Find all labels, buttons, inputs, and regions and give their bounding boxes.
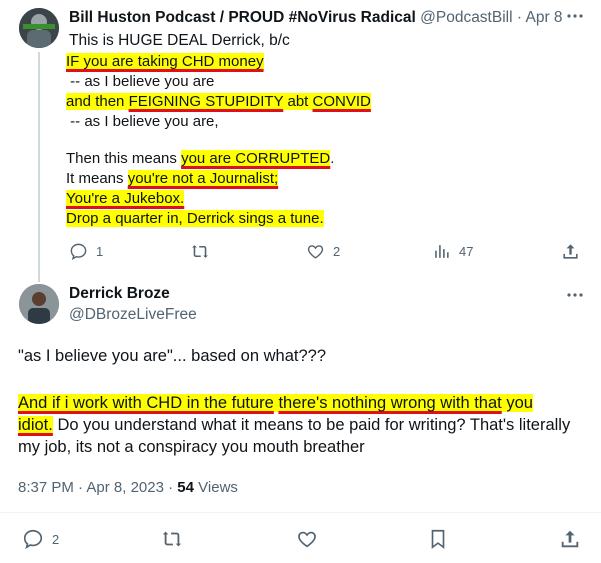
views-icon	[435, 245, 449, 258]
tweet2-author-handle[interactable]: @DBrozeLiveFree	[69, 306, 197, 324]
image-line-1: IF you are taking CHD money	[66, 53, 264, 70]
bookmark-icon	[431, 529, 445, 549]
tweet2-paragraph-2: And if i work with CHD in the future the…	[18, 394, 571, 456]
tweet2-meta: 8:37 PM · Apr 8, 2023 · 54 Views	[18, 479, 238, 496]
image-line-4: -- as I believe you are,	[66, 113, 219, 130]
share-icon	[561, 530, 579, 548]
highlight-work-with-chd: And if i work with CHD in the future	[18, 394, 274, 412]
like-button[interactable]	[296, 528, 318, 550]
views-button[interactable]: 47	[432, 242, 473, 261]
divider	[0, 512, 601, 513]
tweet1-intro-text: This is HUGE DEAL Derrick, b/c	[69, 32, 290, 49]
reply-icon	[23, 529, 43, 549]
highlight-idiot: idiot.	[18, 416, 53, 434]
share-button[interactable]	[559, 528, 581, 550]
tweet-date[interactable]: Apr 8	[525, 9, 562, 26]
tweet-full-date[interactable]: Apr 8, 2023	[86, 479, 164, 496]
like-button[interactable]: 2	[306, 242, 340, 261]
author-handle[interactable]: @PodcastBill	[420, 9, 512, 26]
share-icon	[563, 244, 578, 259]
reply-icon	[70, 243, 87, 261]
avatar-bill-huston[interactable]	[19, 8, 59, 48]
retweet-icon	[192, 245, 208, 258]
reply-button[interactable]: 1	[69, 242, 103, 261]
author-name[interactable]: Bill Huston Podcast / PROUD #NoVirus Rad…	[69, 9, 416, 26]
more-icon[interactable]	[566, 7, 584, 30]
image-line-5: Then this means you are CORRUPTED.	[66, 150, 335, 167]
views-label: Views	[198, 479, 238, 496]
image-line-3: and then FEIGNING STUPIDITY abt CONVID	[66, 93, 371, 110]
retweet-icon	[162, 531, 182, 547]
image-line-2: -- as I believe you are	[66, 73, 215, 90]
tweet2-author-name[interactable]: Derrick Broze	[69, 285, 170, 303]
bookmark-button[interactable]	[427, 528, 449, 550]
like-count: 2	[333, 244, 341, 259]
reply-count: 1	[96, 244, 104, 259]
highlight-nothing-wrong: there's nothing wrong with that	[278, 394, 502, 412]
share-button[interactable]	[561, 242, 580, 261]
thread-connector-line	[38, 52, 40, 282]
like-icon	[298, 531, 316, 548]
views-count: 47	[459, 244, 474, 259]
avatar-derrick-broze[interactable]	[19, 284, 59, 324]
like-icon	[307, 245, 324, 259]
image-line-6: It means you're not a Journalist;	[66, 170, 279, 187]
image-line-7: You're a Jukebox.	[66, 190, 185, 207]
image-line-8: Drop a quarter in, Derrick sings a tune.	[66, 210, 324, 227]
retweet-button[interactable]	[161, 528, 183, 550]
tweet1-header: Bill Huston Podcast / PROUD #NoVirus Rad…	[69, 9, 563, 27]
reply-button[interactable]: 2	[22, 528, 59, 550]
tweet2-paragraph-1: "as I believe you are"... based on what?…	[18, 347, 326, 365]
tweet-time[interactable]: 8:37 PM	[18, 479, 74, 496]
retweet-button[interactable]	[190, 242, 210, 261]
reply-count: 2	[52, 531, 60, 547]
separator: ·	[516, 9, 523, 26]
views-count: 54	[177, 479, 194, 496]
more-icon[interactable]	[566, 286, 584, 309]
tweet1-image-text[interactable]: IF you are taking CHD money -- as I beli…	[66, 52, 396, 232]
